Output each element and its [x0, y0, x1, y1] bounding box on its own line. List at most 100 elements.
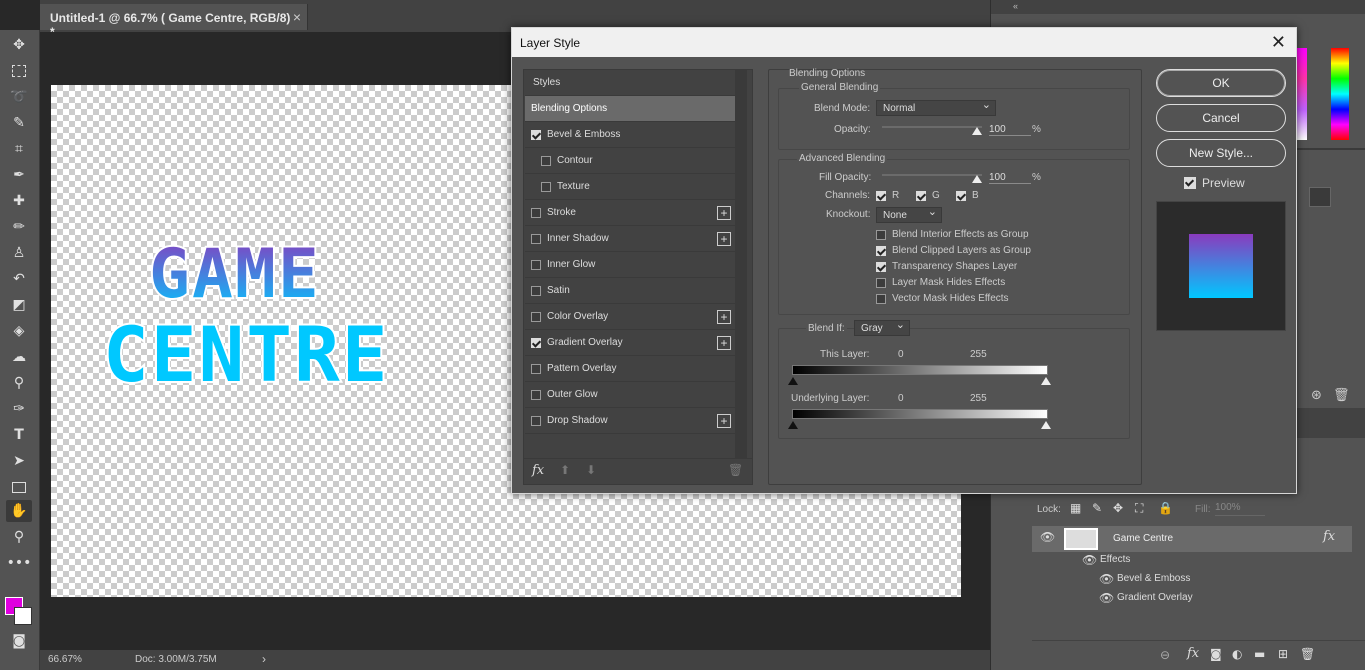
- advanced-option-check[interactable]: [876, 229, 886, 240]
- lock-artboard-icon[interactable]: ⛶: [1135, 501, 1143, 516]
- style-item[interactable]: Inner Glow: [525, 252, 735, 278]
- zoom-tool-icon[interactable]: ⚲: [6, 526, 32, 548]
- style-item[interactable]: Stroke +: [525, 200, 735, 226]
- advanced-option-checkbox[interactable]: Layer Mask Hides Effects: [876, 277, 1005, 288]
- eyedropper-tool-icon[interactable]: ✒: [6, 164, 32, 186]
- bevel-visibility-eye-icon[interactable]: 👁: [1099, 572, 1114, 586]
- color-field[interactable]: [1297, 48, 1307, 140]
- style-item[interactable]: Outer Glow: [525, 382, 735, 408]
- move-up-icon[interactable]: ⬆: [560, 463, 570, 477]
- style-item[interactable]: Texture: [525, 174, 735, 200]
- this-layer-black-thumb[interactable]: [788, 377, 798, 385]
- new-group-icon[interactable]: ▬: [1254, 647, 1265, 661]
- fill-opacity-input[interactable]: 100: [989, 172, 1031, 184]
- lock-all-icon[interactable]: 🔒: [1158, 501, 1173, 515]
- paint-bucket-tool-icon[interactable]: ◈: [6, 320, 32, 342]
- layer-fx-icon[interactable]: fx: [1323, 529, 1335, 544]
- rectangle-tool-icon[interactable]: [6, 476, 32, 498]
- blend-if-select[interactable]: Gray: [854, 318, 910, 336]
- hue-slider[interactable]: [1331, 48, 1349, 140]
- ok-button[interactable]: OK: [1156, 69, 1286, 97]
- opacity-input[interactable]: 100: [989, 124, 1031, 136]
- advanced-option-check[interactable]: [876, 245, 886, 256]
- style-checkbox[interactable]: [531, 389, 541, 400]
- style-item[interactable]: Inner Shadow +: [525, 226, 735, 252]
- style-checkbox[interactable]: [531, 259, 541, 270]
- underlying-black-thumb[interactable]: [788, 421, 798, 429]
- advanced-option-checkbox[interactable]: Vector Mask Hides Effects: [876, 293, 1009, 304]
- advanced-option-checkbox[interactable]: Blend Interior Effects as Group: [876, 229, 1029, 240]
- style-checkbox[interactable]: [541, 181, 551, 192]
- style-checkbox[interactable]: [531, 363, 541, 374]
- channel-b-checkbox[interactable]: B: [956, 190, 979, 201]
- layer-row-game-centre[interactable]: 👁 Game Centre fx: [1032, 526, 1352, 552]
- style-item[interactable]: Blending Options: [525, 96, 735, 122]
- effect-row-bevel[interactable]: 👁 Bevel & Emboss: [1032, 570, 1352, 589]
- move-tool-icon[interactable]: ✥: [6, 34, 32, 56]
- move-down-icon[interactable]: ⬇: [586, 463, 596, 477]
- fill-opacity-slider[interactable]: [882, 174, 982, 176]
- this-layer-white-thumb[interactable]: [1041, 377, 1051, 385]
- style-checkbox[interactable]: [531, 233, 541, 244]
- marquee-tool-icon[interactable]: [6, 60, 32, 82]
- advanced-option-checkbox[interactable]: Blend Clipped Layers as Group: [876, 245, 1031, 256]
- style-checkbox[interactable]: [531, 207, 541, 218]
- add-style-fx-icon[interactable]: fx: [1187, 646, 1199, 661]
- path-selection-tool-icon[interactable]: ➤: [6, 450, 32, 472]
- delete-layer-icon[interactable]: 🗑: [1300, 647, 1315, 661]
- channel-g-check[interactable]: [916, 190, 926, 201]
- style-item[interactable]: Bevel & Emboss: [525, 122, 735, 148]
- styles-scrollbar[interactable]: [735, 70, 747, 458]
- style-checkbox[interactable]: [531, 415, 541, 426]
- add-effect-plus-icon[interactable]: +: [717, 310, 731, 324]
- gradient-visibility-eye-icon[interactable]: 👁: [1099, 591, 1114, 605]
- brush-tool-icon[interactable]: ✏: [6, 216, 32, 238]
- adjustment-layer-icon[interactable]: ◐: [1232, 647, 1242, 661]
- knockout-select[interactable]: None: [876, 205, 942, 223]
- lasso-tool-icon[interactable]: ➰: [6, 86, 32, 108]
- type-tool-icon[interactable]: T: [6, 424, 32, 446]
- healing-brush-tool-icon[interactable]: ✚: [6, 190, 32, 212]
- add-effect-plus-icon[interactable]: +: [717, 414, 731, 428]
- style-item[interactable]: Drop Shadow +: [525, 408, 735, 434]
- advanced-option-checkbox[interactable]: Transparency Shapes Layer: [876, 261, 1017, 272]
- opacity-slider-thumb[interactable]: [972, 127, 982, 135]
- link-layers-icon[interactable]: ⊖: [1160, 648, 1170, 662]
- style-item[interactable]: Pattern Overlay: [525, 356, 735, 382]
- cancel-button[interactable]: Cancel: [1156, 104, 1286, 132]
- crop-tool-icon[interactable]: ⌗: [6, 138, 32, 160]
- pen-tool-icon[interactable]: ✑: [6, 398, 32, 420]
- style-item[interactable]: Gradient Overlay +: [525, 330, 735, 356]
- advanced-option-check[interactable]: [876, 261, 886, 272]
- grid-view-icon[interactable]: [1309, 187, 1331, 207]
- document-tab-close-icon[interactable]: ×: [293, 9, 301, 25]
- style-checkbox[interactable]: [541, 155, 551, 166]
- add-effect-plus-icon[interactable]: +: [717, 336, 731, 350]
- quick-selection-tool-icon[interactable]: ✎: [6, 112, 32, 134]
- style-item[interactable]: Contour: [525, 148, 735, 174]
- new-style-button[interactable]: New Style...: [1156, 139, 1286, 167]
- style-item[interactable]: Color Overlay +: [525, 304, 735, 330]
- eraser-tool-icon[interactable]: ◩: [6, 294, 32, 316]
- channel-r-checkbox[interactable]: R: [876, 190, 899, 201]
- style-checkbox[interactable]: [531, 285, 541, 296]
- new-layer-icon[interactable]: ⊞: [1278, 647, 1288, 661]
- dialog-title-bar[interactable]: Layer Style ✕: [512, 28, 1296, 57]
- lock-image-icon[interactable]: ✎: [1092, 501, 1102, 515]
- hand-tool-icon[interactable]: ✋: [6, 500, 32, 522]
- style-checkbox[interactable]: [531, 129, 541, 140]
- add-mask-icon[interactable]: ◙: [1210, 647, 1222, 661]
- preview-check[interactable]: [1184, 177, 1196, 189]
- fill-input[interactable]: 100%: [1215, 502, 1265, 516]
- advanced-option-check[interactable]: [876, 277, 886, 288]
- effect-row-gradient[interactable]: 👁 Gradient Overlay: [1032, 589, 1352, 608]
- channel-r-check[interactable]: [876, 190, 886, 201]
- blur-tool-icon[interactable]: ☁: [6, 346, 32, 368]
- channel-b-check[interactable]: [956, 190, 966, 201]
- fx-menu-icon[interactable]: fx: [532, 463, 544, 478]
- status-menu-arrow-icon[interactable]: ›: [262, 652, 266, 666]
- history-brush-tool-icon[interactable]: ↶: [6, 268, 32, 290]
- zoom-level[interactable]: 66.67%: [48, 654, 82, 665]
- add-effect-plus-icon[interactable]: +: [717, 232, 731, 246]
- panel-collapse-bar[interactable]: «: [991, 0, 1365, 14]
